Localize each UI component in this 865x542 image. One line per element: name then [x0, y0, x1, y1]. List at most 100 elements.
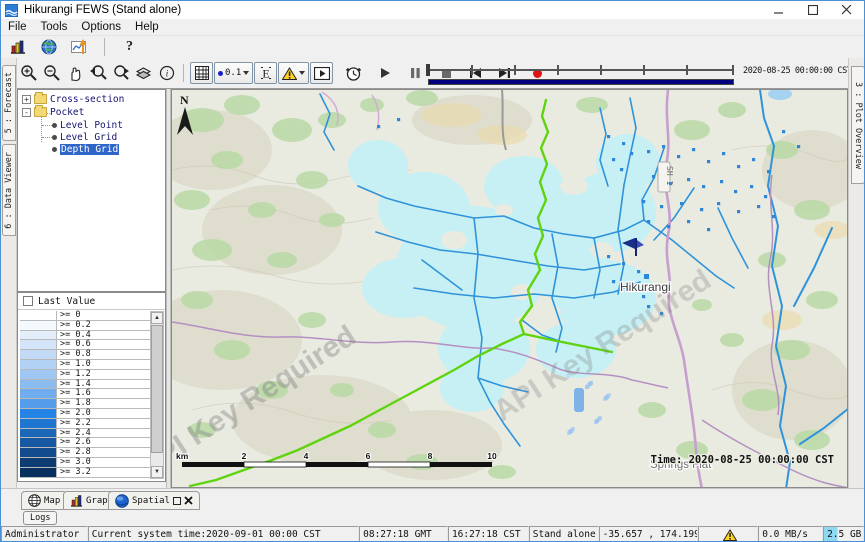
- time-slider[interactable]: [426, 62, 738, 86]
- legend-item[interactable]: >= 3.2: [20, 468, 150, 478]
- pause-button[interactable]: [404, 62, 427, 84]
- legend-swatch: [20, 331, 57, 340]
- status-system-time: Current system time:2020-09-01 00:00 CST: [88, 526, 359, 542]
- globe-wireframe-icon: [28, 494, 41, 507]
- menu-options[interactable]: Options: [81, 21, 121, 33]
- legend-label: >= 2.4: [57, 429, 91, 438]
- pan-button[interactable]: [63, 62, 86, 84]
- zoom-in-icon: [20, 64, 38, 82]
- tab-map[interactable]: Map: [21, 491, 67, 510]
- expand-icon[interactable]: +: [22, 95, 31, 104]
- help-button[interactable]: ?: [118, 36, 141, 58]
- legend-label: >= 1.4: [57, 380, 91, 389]
- tree-item-cross-section[interactable]: + Cross-section: [22, 93, 124, 105]
- panel-close-icon[interactable]: [184, 496, 193, 505]
- tab-forecast[interactable]: 5 : Forecast: [2, 65, 16, 141]
- tree-item-depth-grid[interactable]: Depth Grid: [52, 143, 119, 155]
- town-dot: [644, 274, 649, 279]
- last-value-checkbox[interactable]: [23, 296, 33, 306]
- legend-scrollbar[interactable]: ▲ ▼: [150, 311, 164, 479]
- contour-threshold-dropdown[interactable]: 0.1: [214, 62, 253, 84]
- play-icon: [379, 67, 391, 79]
- status-mode: Stand alone: [529, 526, 599, 542]
- tree-item-pocket[interactable]: - Pocket: [22, 106, 84, 118]
- tab-data-viewer[interactable]: 6 : Data Viewer: [2, 144, 16, 236]
- svg-text:Hikurangi: Hikurangi: [620, 280, 671, 294]
- legend-swatch: [20, 438, 57, 447]
- legend-swatch: [20, 458, 57, 467]
- legend-swatch: [20, 419, 57, 428]
- label-e-icon: E: [260, 66, 272, 80]
- info-button[interactable]: i: [155, 62, 178, 84]
- animation-window-button[interactable]: [310, 62, 333, 84]
- bottom-tab-bar: Map Graph Spatial: [1, 488, 864, 511]
- status-memory-gauge: 2.5 GB: [823, 526, 864, 542]
- tree-item-level-point[interactable]: Level Point: [52, 119, 123, 131]
- zoom-previous-button[interactable]: [86, 62, 109, 84]
- status-user: Administrator: [1, 526, 88, 542]
- logs-button[interactable]: Logs: [23, 511, 57, 525]
- legend-label: >= 0: [57, 311, 80, 320]
- svg-text:E: E: [262, 67, 269, 81]
- chevron-down-icon: [299, 71, 305, 75]
- app-logo-icon: [5, 4, 18, 17]
- minimize-button[interactable]: [762, 1, 796, 19]
- pause-icon: [410, 67, 421, 79]
- legend-label: >= 0.6: [57, 340, 91, 349]
- timeseries-display-button[interactable]: [68, 36, 91, 58]
- collapse-icon[interactable]: -: [22, 108, 31, 117]
- svg-text:10: 10: [487, 451, 497, 461]
- zoom-out-button[interactable]: [40, 62, 63, 84]
- play-button[interactable]: [373, 62, 396, 84]
- main-toolbar: ?: [1, 36, 864, 58]
- status-coordinates: -35.657 , 174.199: [599, 526, 699, 542]
- legend-label: >= 1.2: [57, 370, 91, 379]
- status-local-time: 16:27:18 CST: [448, 526, 529, 542]
- zoom-previous-icon: [89, 64, 107, 82]
- legend-swatch: [20, 448, 57, 457]
- time-slider-track[interactable]: [428, 69, 734, 71]
- warning-levels-dropdown[interactable]: [278, 62, 309, 84]
- legend-label: >= 1.0: [57, 360, 91, 369]
- menu-tools[interactable]: Tools: [41, 21, 68, 33]
- menu-file[interactable]: File: [8, 21, 27, 33]
- svg-text:6: 6: [366, 451, 371, 461]
- maximize-button[interactable]: [796, 1, 830, 19]
- tab-spatial[interactable]: Spatial: [108, 491, 200, 510]
- labels-toggle-button[interactable]: E: [254, 62, 277, 84]
- layers-button[interactable]: [132, 62, 155, 84]
- time-slider-handle[interactable]: [426, 64, 430, 76]
- close-button[interactable]: [830, 1, 864, 19]
- scroll-down-icon[interactable]: ▼: [151, 466, 163, 478]
- explorer-charts-button[interactable]: [6, 36, 29, 58]
- map-view[interactable]: SH 1 API Key Required API Key Required H…: [171, 89, 848, 488]
- map-canvas[interactable]: SH 1 API Key Required API Key Required H…: [172, 90, 848, 488]
- legend-swatch: [20, 360, 57, 369]
- status-warning-cell[interactable]: [698, 526, 758, 542]
- legend-swatch: [20, 340, 57, 349]
- legend-swatch: [20, 380, 57, 389]
- node-bullet-icon: [52, 135, 57, 140]
- legend-swatch: [20, 429, 57, 438]
- scroll-up-icon[interactable]: ▲: [151, 312, 163, 324]
- animation-timer-button[interactable]: [342, 62, 365, 84]
- panel-maximize-icon[interactable]: [173, 497, 181, 505]
- menu-help[interactable]: Help: [135, 21, 159, 33]
- legend-panel: Last Value >= 0>= 0.2>= 0.4>= 0.6>= 0.8>…: [17, 292, 166, 482]
- scrollbar-thumb[interactable]: [151, 325, 163, 453]
- toolbar-separator: [104, 38, 105, 56]
- legend-label: >= 2.2: [57, 419, 91, 428]
- toolbar-separator: [183, 64, 184, 82]
- grid-display-button[interactable]: [190, 62, 213, 84]
- node-bullet-icon: [52, 123, 57, 128]
- dot-icon: [218, 71, 223, 76]
- legend-swatch: [20, 399, 57, 408]
- alarm-clock-icon: [345, 65, 362, 82]
- tree-item-level-grid[interactable]: Level Grid: [52, 131, 117, 143]
- right-tab-strip: 3 : Plot Overview: [848, 58, 865, 488]
- zoom-next-button[interactable]: [109, 62, 132, 84]
- tab-plot-overview[interactable]: 3 : Plot Overview: [851, 66, 865, 184]
- zoom-in-button[interactable]: [17, 62, 40, 84]
- map-time-overlay: Time: 2020-08-25 00:00:00 CST: [651, 454, 834, 466]
- map-display-button[interactable]: [37, 36, 60, 58]
